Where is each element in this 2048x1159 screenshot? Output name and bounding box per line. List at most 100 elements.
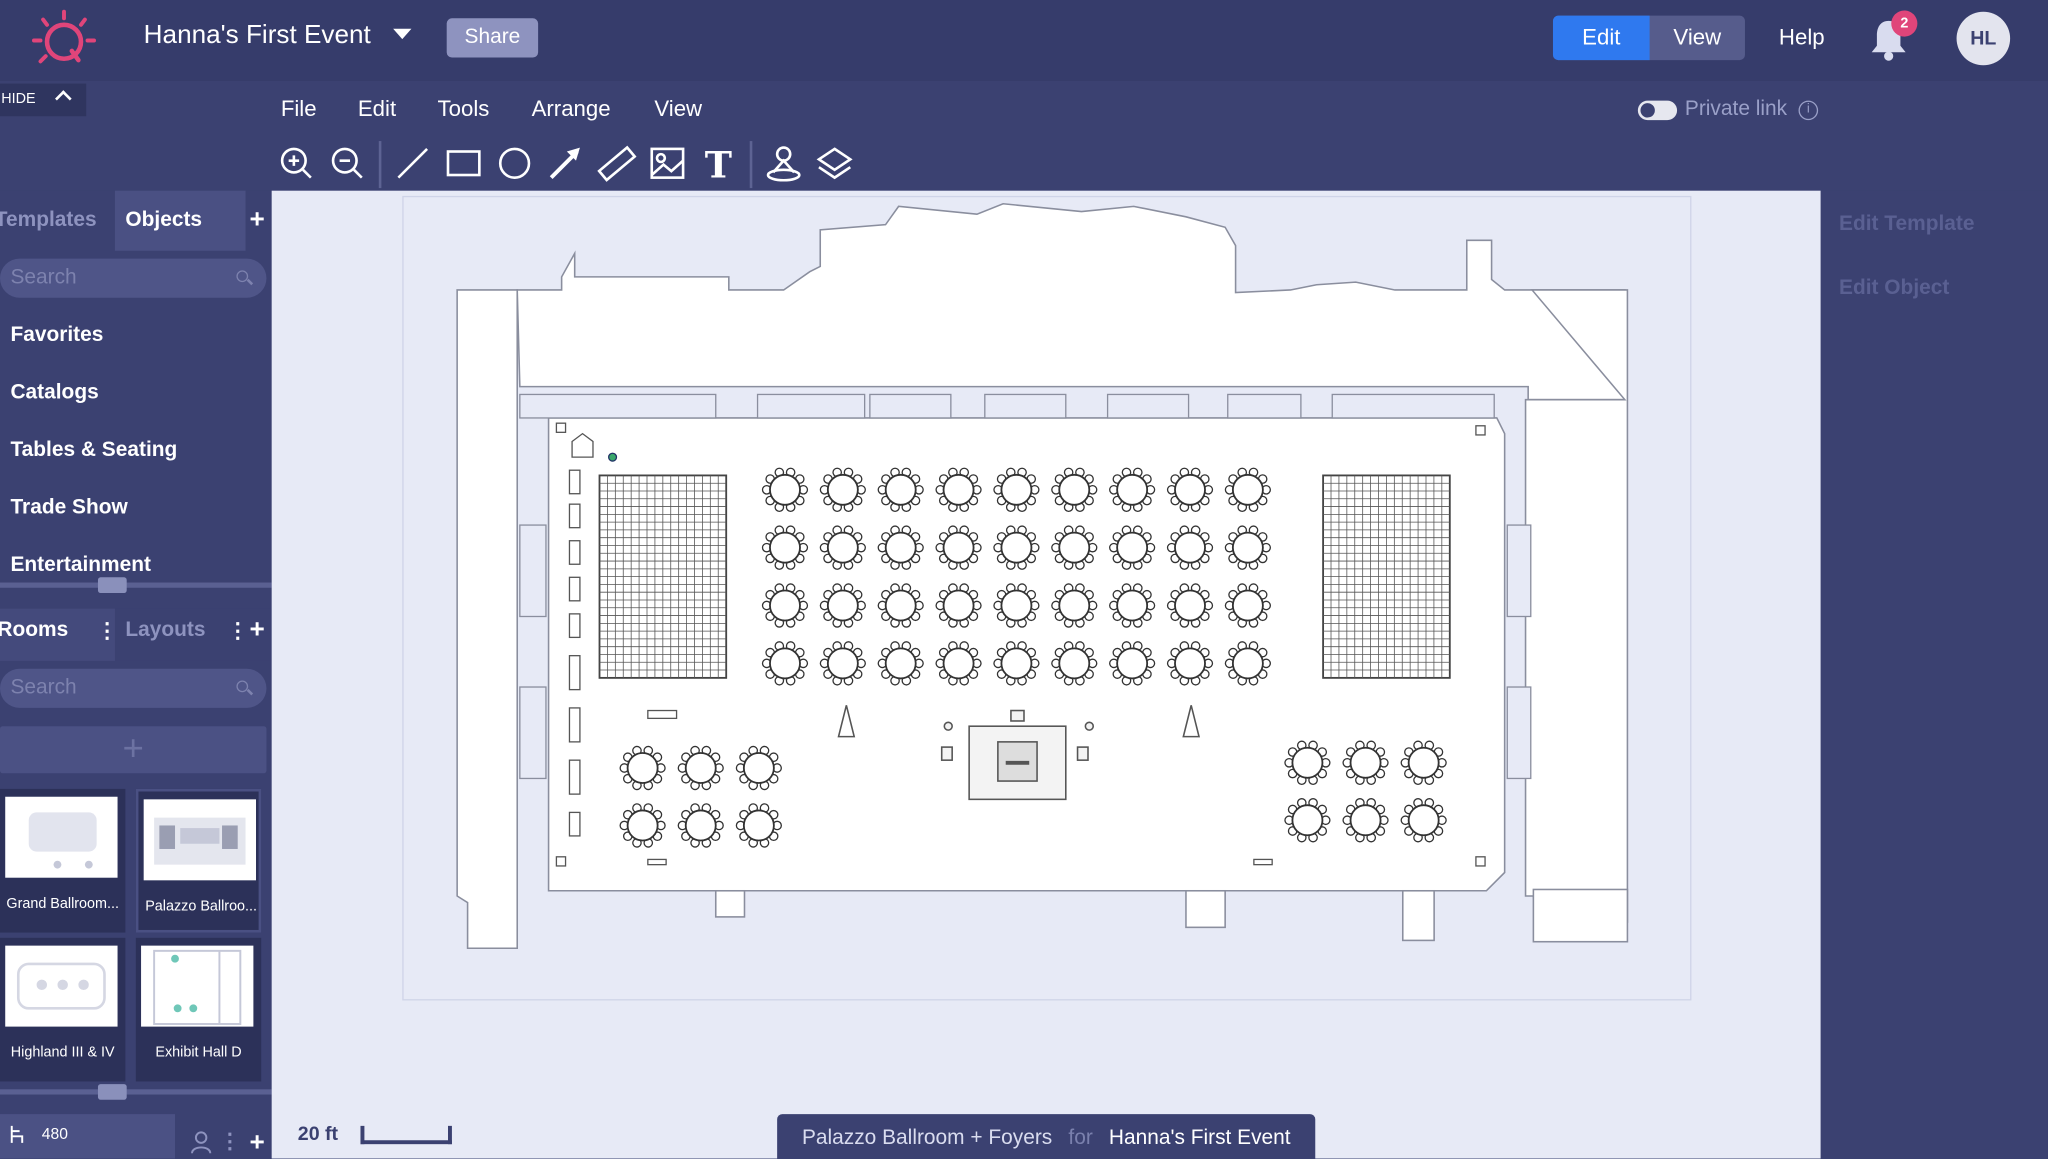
sidebar-item-tables-seating[interactable]: Tables & Seating (10, 439, 177, 463)
edit-template-button[interactable]: Edit Template (1839, 213, 1974, 237)
add-room-button[interactable]: + (0, 726, 267, 774)
round-table[interactable] (735, 803, 782, 848)
line-icon[interactable] (391, 142, 435, 184)
rectangle-icon[interactable] (441, 142, 485, 184)
add-object-button[interactable]: + (249, 205, 264, 235)
room-card-exhibit-hall[interactable]: Exhibit Hall D (135, 937, 262, 1082)
dance-floor[interactable] (1322, 474, 1451, 679)
round-table[interactable] (1109, 583, 1156, 628)
round-table[interactable] (1224, 641, 1271, 686)
dance-floor[interactable] (598, 474, 728, 679)
round-table[interactable] (877, 583, 924, 628)
round-table[interactable] (935, 641, 982, 686)
sidebar-item-favorites[interactable]: Favorites (10, 324, 103, 348)
round-table[interactable] (1224, 583, 1271, 628)
round-table[interactable] (1166, 641, 1214, 686)
sidebar-item-catalogs[interactable]: Catalogs (10, 381, 98, 405)
menu-edit[interactable]: Edit (358, 97, 396, 123)
round-table[interactable] (677, 803, 724, 848)
menu-file[interactable]: File (281, 97, 317, 123)
text-icon[interactable]: T (696, 142, 740, 185)
scrollbar-thumb[interactable] (97, 577, 127, 593)
guest-icon[interactable] (188, 1128, 214, 1154)
round-table[interactable] (1051, 525, 1098, 570)
round-table[interactable] (761, 467, 809, 513)
menu-arrange[interactable]: Arrange (532, 97, 611, 123)
round-table[interactable] (877, 641, 924, 686)
edit-object-button[interactable]: Edit Object (1839, 277, 1949, 301)
round-table[interactable] (1224, 467, 1271, 513)
footer-room-name[interactable]: Palazzo Ballroom + Foyers (802, 1127, 1052, 1151)
user-avatar[interactable]: HL (1956, 11, 2011, 66)
tab-templates[interactable]: Templates (0, 209, 97, 233)
sidebar-item-entertainment[interactable]: Entertainment (10, 554, 151, 578)
round-table[interactable] (735, 745, 782, 791)
person-pin-icon[interactable] (761, 142, 805, 184)
view-mode-button[interactable]: View (1650, 16, 1745, 60)
help-link[interactable]: Help (1779, 25, 1825, 51)
round-table[interactable] (993, 467, 1040, 513)
round-table[interactable] (935, 467, 982, 513)
event-title[interactable]: Hanna's First Event (144, 21, 371, 51)
app-logo-icon[interactable] (29, 8, 100, 73)
room-card-highland[interactable]: Highland III & IV (0, 937, 126, 1082)
round-table[interactable] (1109, 525, 1156, 570)
hide-sidebar-button[interactable]: HIDE (0, 83, 87, 117)
tab-objects[interactable]: Objects (125, 209, 202, 233)
layers-icon[interactable] (812, 142, 856, 184)
guest-more-icon[interactable]: ⋮ (219, 1128, 240, 1154)
round-table[interactable] (1051, 467, 1098, 513)
tab-rooms[interactable]: Rooms (0, 619, 68, 643)
round-table[interactable] (819, 525, 866, 570)
round-table[interactable] (1342, 798, 1389, 843)
image-icon[interactable] (645, 142, 689, 184)
round-table[interactable] (1166, 583, 1214, 628)
room-card-grand-ballroom[interactable]: Grand Ballroom... (0, 788, 126, 933)
info-icon[interactable]: i (1798, 100, 1819, 121)
round-table[interactable] (1400, 798, 1447, 843)
round-table[interactable] (1051, 583, 1098, 628)
rooms-more-icon[interactable]: ⋮ (97, 618, 118, 644)
floor-plan[interactable] (272, 191, 1821, 1159)
round-table[interactable] (819, 467, 866, 513)
round-table[interactable] (1166, 525, 1214, 570)
round-table[interactable] (1400, 740, 1447, 785)
menu-tools[interactable]: Tools (438, 97, 490, 123)
objects-search-input[interactable]: Search (0, 258, 267, 298)
objects-scrollbar[interactable] (0, 577, 272, 593)
round-table[interactable] (1342, 740, 1389, 785)
round-table[interactable] (819, 583, 866, 628)
round-table[interactable] (1109, 467, 1156, 513)
add-layout-button[interactable]: + (249, 615, 264, 645)
round-table[interactable] (677, 745, 724, 791)
event-dropdown-caret-icon[interactable] (393, 28, 412, 40)
round-table[interactable] (993, 525, 1040, 570)
round-table[interactable] (1224, 525, 1271, 570)
circle-icon[interactable] (492, 142, 536, 184)
round-table[interactable] (1109, 641, 1156, 686)
scrollbar-thumb[interactable] (97, 1084, 127, 1100)
menu-view[interactable]: View (654, 97, 702, 123)
arrow-icon[interactable] (543, 142, 587, 184)
round-table[interactable] (877, 525, 924, 570)
round-table[interactable] (993, 583, 1040, 628)
round-table[interactable] (993, 641, 1040, 686)
room-card-palazzo-ballroom[interactable]: Palazzo Ballroo... (135, 788, 262, 933)
round-table[interactable] (877, 467, 924, 513)
round-table[interactable] (1051, 641, 1098, 686)
share-button[interactable]: Share (446, 18, 539, 58)
round-table[interactable] (761, 525, 809, 570)
round-table[interactable] (935, 583, 982, 628)
rooms-search-input[interactable]: Search (0, 668, 267, 708)
rooms-scrollbar[interactable] (0, 1084, 272, 1100)
round-table[interactable] (1284, 740, 1331, 785)
round-table[interactable] (1166, 467, 1214, 513)
zoom-in-icon[interactable] (274, 142, 318, 184)
round-table[interactable] (1284, 798, 1331, 843)
zoom-out-icon[interactable] (325, 142, 369, 184)
edit-mode-button[interactable]: Edit (1552, 15, 1650, 61)
sidebar-item-trade-show[interactable]: Trade Show (10, 496, 127, 520)
round-table[interactable] (619, 803, 666, 848)
round-table[interactable] (761, 641, 809, 686)
round-table[interactable] (761, 583, 809, 628)
